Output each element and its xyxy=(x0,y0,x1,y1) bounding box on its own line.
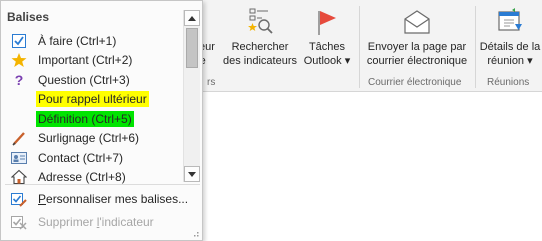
envelope-icon xyxy=(362,4,472,40)
tags-scrollbar[interactable] xyxy=(183,10,200,182)
resize-grip-icon[interactable] xyxy=(191,229,199,237)
tag-item-important[interactable]: Important (Ctrl+2) xyxy=(1,51,183,71)
scrollbar-thumb[interactable] xyxy=(186,28,198,68)
triangle-down-icon xyxy=(188,171,196,177)
onenote-window: teur re Rechercher des indicateurs xyxy=(0,0,542,241)
tag-label: Question (Ctrl+3) xyxy=(38,72,130,87)
red-flag-icon xyxy=(298,4,356,40)
remove-tag-icon xyxy=(11,214,27,230)
tag-no-icon xyxy=(11,91,27,107)
group-separator xyxy=(475,6,476,88)
scroll-up-button[interactable] xyxy=(184,10,200,26)
menu-divider xyxy=(5,184,200,185)
tag-label: Surlignage (Ctrl+6) xyxy=(38,131,140,146)
tag-label: Pour rappel ultérieur xyxy=(36,91,149,108)
find-tags-line2: des indicateurs xyxy=(223,55,297,67)
email-page-line2: courrier électronique xyxy=(366,55,468,67)
meeting-details-button[interactable]: Détails de la réunion ▾ xyxy=(478,4,542,68)
tag-no-icon xyxy=(11,111,27,127)
customize-label-rest: ersonnaliser mes balises... xyxy=(46,192,189,206)
tag-item-highlight[interactable]: Surlignage (Ctrl+6) xyxy=(1,129,183,149)
tags-dropdown: Balises À faire (Ctrl+1) Important (Ctrl… xyxy=(0,0,203,241)
tag-item-definition[interactable]: Définition (Ctrl+5) xyxy=(1,109,183,129)
email-page-button[interactable]: Envoyer la page par courrier électroniqu… xyxy=(362,4,472,68)
tag-item-remember[interactable]: Pour rappel ultérieur xyxy=(1,90,183,110)
triangle-up-icon xyxy=(188,15,196,21)
checkbox-icon xyxy=(11,33,27,49)
find-tags-button[interactable]: Rechercher des indicateurs xyxy=(222,4,298,68)
find-tags-line1: Rechercher xyxy=(231,41,289,53)
remove-label-rest: 'indicateur xyxy=(99,215,154,229)
remove-prefix: Supprimer xyxy=(38,215,97,229)
group-separator xyxy=(359,6,360,88)
email-group-label: Courrier électronique xyxy=(368,77,462,88)
meeting-details-line2: réunion ▾ xyxy=(487,55,533,67)
outlook-tasks-line1: Tâches xyxy=(308,41,346,53)
customize-accel-key: P xyxy=(38,192,47,206)
email-page-line1: Envoyer la page par xyxy=(367,41,467,53)
tag-label: Définition (Ctrl+5) xyxy=(36,110,134,127)
tag-label: Important (Ctrl+2) xyxy=(38,53,133,68)
tags-header: Balises xyxy=(7,10,50,24)
meeting-calendar-icon xyxy=(478,4,542,40)
meeting-details-line1: Détails de la xyxy=(479,41,541,53)
tag-label: Adresse (Ctrl+8) xyxy=(38,170,126,185)
remove-tag-item[interactable]: Supprimer l'indicateur xyxy=(11,213,154,231)
meetings-group-label: Réunions xyxy=(487,77,530,88)
contact-card-icon xyxy=(11,150,27,166)
outlook-tasks-button[interactable]: Tâches Outlook ▾ xyxy=(298,4,356,68)
tags-list: À faire (Ctrl+1) Important (Ctrl+2) ? Qu… xyxy=(1,31,183,187)
customize-tags-icon xyxy=(11,191,27,207)
tag-label: Contact (Ctrl+7) xyxy=(38,150,124,165)
highlighter-pen-icon xyxy=(11,130,27,146)
house-icon xyxy=(11,169,27,185)
outlook-tasks-line2: Outlook ▾ xyxy=(303,55,351,67)
tag-label: À faire (Ctrl+1) xyxy=(38,33,117,48)
tag-item-question[interactable]: ? Question (Ctrl+3) xyxy=(1,70,183,90)
question-mark-icon: ? xyxy=(14,71,24,88)
find-tags-icon xyxy=(222,4,298,40)
star-icon xyxy=(11,52,27,68)
scroll-down-button[interactable] xyxy=(184,166,200,182)
tag-item-contact[interactable]: Contact (Ctrl+7) xyxy=(1,148,183,168)
tag-item-todo[interactable]: À faire (Ctrl+1) xyxy=(1,31,183,51)
partial-group-label: rs xyxy=(207,77,216,88)
customize-tags-item[interactable]: Personnaliser mes balises... xyxy=(11,190,188,208)
